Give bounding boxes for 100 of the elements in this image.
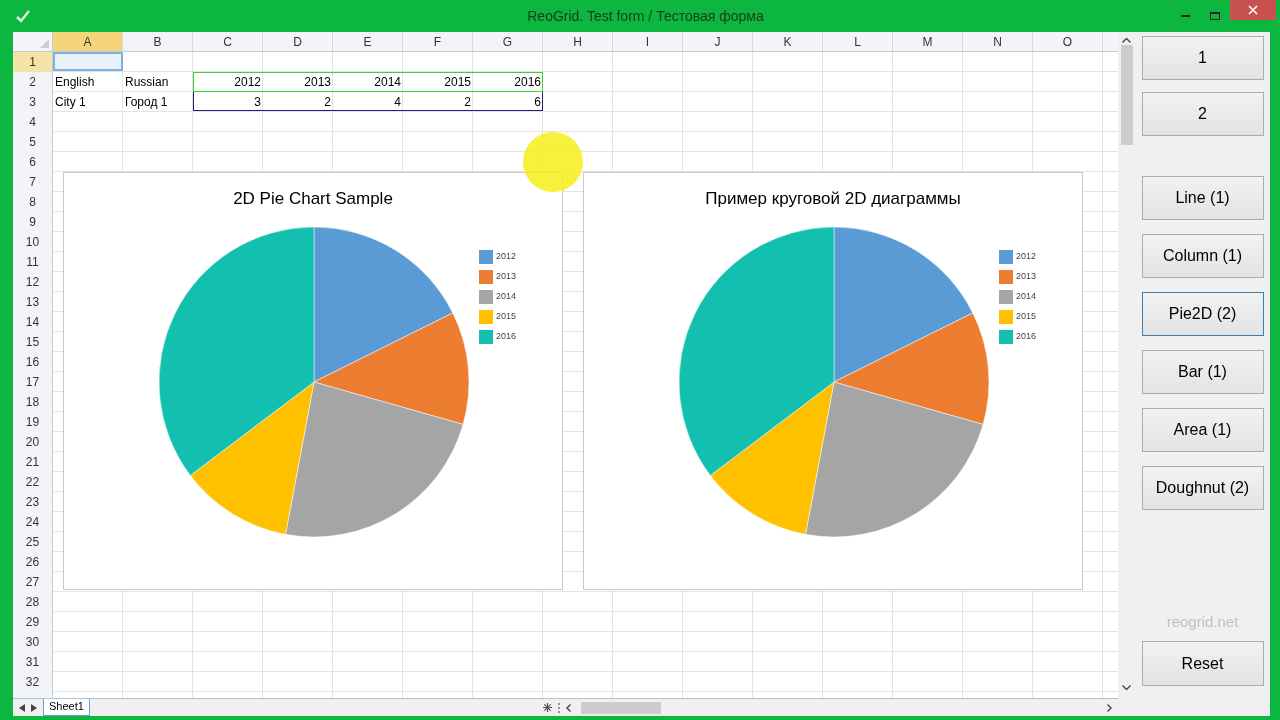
chart-button[interactable]: 1 [1141,36,1264,80]
legend-swatch [999,330,1013,344]
row-header[interactable]: 2 [13,72,53,92]
column-header[interactable]: L [823,32,893,51]
scroll-thumb[interactable] [1120,45,1133,145]
table-cell[interactable]: 4 [333,92,403,111]
asterisk-icon[interactable] [543,703,552,712]
row-header[interactable]: 12 [13,272,53,292]
column-header[interactable]: O [1033,32,1103,51]
table-cell[interactable]: 3 [193,92,263,111]
chart-button[interactable]: Line (1) [1141,176,1264,220]
column-header[interactable]: I [613,32,683,51]
column-header[interactable]: H [543,32,613,51]
row-header[interactable]: 17 [13,372,53,392]
tab-left-icon[interactable] [19,703,25,712]
column-header[interactable]: M [893,32,963,51]
row-header[interactable]: 18 [13,392,53,412]
row-header[interactable]: 20 [13,432,53,452]
legend-label: 2016 [1016,330,1037,344]
scroll-thumb[interactable] [581,701,661,714]
row-header[interactable]: 1 [13,52,53,72]
row-header[interactable]: 28 [13,592,53,612]
row-header[interactable]: 3 [13,92,53,112]
row-header[interactable]: 6 [13,152,53,172]
column-header[interactable]: D [263,32,333,51]
table-cell[interactable]: Russian [123,72,193,91]
table-cell[interactable]: 2015 [403,72,473,91]
legend-swatch [479,270,493,284]
close-icon [1248,5,1258,15]
row-header[interactable]: 4 [13,112,53,132]
row-header[interactable]: 5 [13,132,53,152]
legend-label: 2014 [1016,290,1037,304]
row-header[interactable]: 19 [13,412,53,432]
row-header[interactable]: 11 [13,252,53,272]
tab-right-icon[interactable] [31,703,37,712]
legend-swatch [999,290,1013,304]
selected-cell[interactable] [53,52,123,71]
legend-label: 2012 [1016,250,1037,264]
chart-button[interactable]: Area (1) [1141,408,1264,452]
row-header[interactable]: 13 [13,292,53,312]
table-cell[interactable]: 2016 [473,72,543,91]
row-header[interactable]: 16 [13,352,53,372]
chart-title: 2D Pie Chart Sample [232,188,394,210]
chart-button[interactable]: Bar (1) [1141,350,1264,394]
column-header[interactable]: J [683,32,753,51]
row-header[interactable]: 8 [13,192,53,212]
table-cell[interactable]: 2013 [263,72,333,91]
table-cell[interactable]: 6 [473,92,543,111]
column-header[interactable]: A [53,32,123,51]
legend-swatch [479,250,493,264]
row-header[interactable]: 22 [13,472,53,492]
row-header[interactable]: 9 [13,212,53,232]
row-header[interactable]: 24 [13,512,53,532]
chart-button[interactable]: 2 [1141,92,1264,136]
chart-button[interactable]: Column (1) [1141,234,1264,278]
scroll-down-icon[interactable] [1122,685,1131,690]
row-header[interactable]: 27 [13,572,53,592]
table-cell[interactable]: 2012 [193,72,263,91]
column-header[interactable]: N [963,32,1033,51]
legend-label: 2014 [496,290,517,304]
scroll-up-icon[interactable] [1122,38,1131,43]
close-button[interactable] [1230,0,1276,20]
row-header[interactable]: 7 [13,172,53,192]
window-title: ReoGrid. Test form / Тестовая форма [527,6,764,26]
table-cell[interactable]: English [53,72,123,91]
table-cell[interactable]: 2014 [333,72,403,91]
check-icon [15,8,31,24]
reset-button[interactable]: Reset [1141,641,1264,686]
row-header[interactable]: 14 [13,312,53,332]
chart-button[interactable]: Pie2D (2) [1141,292,1264,336]
column-header[interactable]: K [753,32,823,51]
scroll-left-icon[interactable] [566,703,571,712]
row-header[interactable]: 15 [13,332,53,352]
column-header[interactable]: B [123,32,193,51]
chart-button[interactable]: Doughnut (2) [1141,466,1264,510]
column-header[interactable]: F [403,32,473,51]
row-header[interactable]: 31 [13,652,53,672]
column-header[interactable]: E [333,32,403,51]
table-cell[interactable]: 2 [403,92,473,111]
row-header[interactable]: 10 [13,232,53,252]
row-header[interactable]: 25 [13,532,53,552]
legend-swatch [479,310,493,324]
row-header[interactable]: 30 [13,632,53,652]
table-cell[interactable]: 2 [263,92,333,111]
row-header[interactable]: 23 [13,492,53,512]
cursor-highlight [523,132,583,192]
row-header[interactable]: 21 [13,452,53,472]
chart-title: Пример круговой 2D диаграммы [704,188,962,210]
row-header[interactable]: 32 [13,672,53,692]
legend-label: 2013 [1016,270,1037,284]
row-header[interactable]: 26 [13,552,53,572]
sheet-tab[interactable]: Sheet1 [43,698,90,716]
table-cell[interactable]: City 1 [53,92,123,111]
table-cell[interactable]: Город 1 [123,92,193,111]
legend-label: 2013 [496,270,517,284]
scroll-right-icon[interactable] [1107,703,1112,712]
legend-label: 2016 [496,330,517,344]
row-header[interactable]: 29 [13,612,53,632]
column-header[interactable]: C [193,32,263,51]
column-header[interactable]: G [473,32,543,51]
